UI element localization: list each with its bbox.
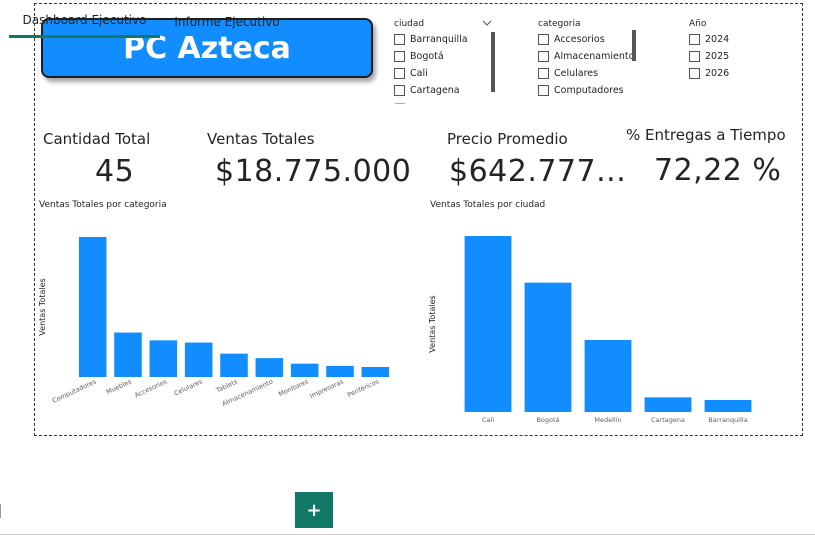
bar[interactable] — [644, 397, 692, 412]
kpi-label: Ventas Totales — [207, 130, 315, 148]
x-tick-label: Periféricos — [346, 377, 381, 399]
slicer-anio-item[interactable]: 2024 — [689, 31, 749, 48]
bar[interactable] — [704, 400, 752, 412]
slicer-anio-item[interactable]: 2025 — [689, 48, 749, 65]
slicer-categoria-scrollbar[interactable] — [632, 30, 636, 61]
kpi-precio-promedio: Precio Promedio $642.777... — [447, 130, 627, 189]
kpi-ventas-totales: Ventas Totales $18.775.000 — [207, 130, 412, 189]
checkbox[interactable] — [394, 68, 405, 79]
tab-nav-edge — [0, 504, 5, 518]
slicer-ciudad-overflow — [395, 103, 405, 104]
tab-informe-ejecutivo[interactable]: Informe Ejecutivo — [163, 5, 291, 38]
kpi-value: $642.777... — [449, 154, 627, 189]
bar[interactable] — [464, 236, 512, 412]
x-tick-label: Medellín — [594, 416, 621, 424]
kpi-label: Cantidad Total — [43, 130, 151, 148]
slicer-categoria-header: categoria — [538, 19, 581, 29]
y-axis-label: Ventas Totales — [428, 295, 437, 352]
bar[interactable] — [255, 358, 284, 377]
bar[interactable] — [584, 340, 632, 412]
bar[interactable] — [326, 365, 354, 377]
slicer-categoria-item[interactable]: Celulares — [538, 65, 638, 82]
slicer-categoria-item[interactable]: Computadores — [538, 82, 638, 99]
bar[interactable] — [290, 363, 319, 377]
checkbox[interactable] — [538, 34, 549, 45]
x-tick-label: Barranquilla — [708, 416, 747, 424]
kpi-entregas-tiempo: % Entregas a Tiempo 72,22 % — [626, 126, 801, 188]
chevron-down-icon[interactable] — [482, 19, 492, 27]
checkbox[interactable] — [394, 34, 405, 45]
slicer-anio[interactable]: Año 2024 2025 2026 — [689, 19, 749, 82]
x-tick-label: Accesorios — [133, 377, 168, 399]
slicer-ciudad-header: ciudad — [394, 19, 425, 29]
x-tick-label: Computadores — [51, 377, 98, 405]
add-page-button[interactable]: + — [295, 492, 333, 528]
page-tab-bar — [0, 490, 815, 535]
slicer-ciudad-item[interactable]: Barranquilla — [394, 31, 494, 48]
slicer-ciudad[interactable]: ciudad Barranquilla Bogotá Cali Cartagen… — [394, 19, 494, 99]
plus-icon: + — [306, 499, 322, 521]
x-tick-label: Monitores — [277, 377, 310, 398]
bar[interactable] — [184, 342, 213, 377]
chart-ventas-por-categoria[interactable]: Ventas Totales Computadores Muebles Accesor… — [36, 212, 396, 434]
checkbox[interactable] — [689, 51, 700, 62]
x-tick-label: Celulares — [173, 377, 204, 397]
checkbox[interactable] — [394, 51, 405, 62]
chart-title-ciudad: Ventas Totales por ciudad — [430, 200, 546, 210]
checkbox[interactable] — [538, 68, 549, 79]
slicer-ciudad-item[interactable]: Cali — [394, 65, 494, 82]
slicer-categoria[interactable]: categoria Accesorios Almacenamiento Celu… — [538, 19, 638, 99]
bar[interactable] — [361, 367, 390, 377]
slicer-anio-item[interactable]: 2026 — [689, 65, 749, 82]
checkbox[interactable] — [538, 51, 549, 62]
kpi-value: 72,22 % — [654, 153, 782, 188]
x-tick-label: Cali — [482, 416, 494, 424]
kpi-value: $18.775.000 — [215, 154, 412, 189]
tab-dashboard-ejecutivo[interactable]: Dashboard Ejecutivo — [9, 5, 160, 38]
x-tick-label: Muebles — [105, 377, 133, 396]
x-tick-label: Bogotá — [536, 416, 559, 424]
slicer-ciudad-scrollbar[interactable] — [491, 32, 495, 92]
slicer-anio-header: Año — [689, 19, 707, 29]
bar[interactable] — [78, 237, 107, 377]
y-axis-label: Ventas Totales — [38, 278, 47, 335]
x-tick-label: Tablets — [214, 377, 239, 395]
bar[interactable] — [220, 353, 248, 377]
kpi-value: 45 — [95, 154, 135, 189]
checkbox[interactable] — [689, 68, 700, 79]
checkbox[interactable] — [394, 85, 405, 96]
checkbox[interactable] — [689, 34, 700, 45]
bar[interactable] — [149, 340, 178, 377]
slicer-ciudad-item[interactable]: Cartagena — [394, 82, 494, 99]
x-tick-label: Cartagena — [651, 416, 685, 424]
x-tick-label: Impresoras — [309, 377, 346, 400]
kpi-label: Precio Promedio — [447, 130, 568, 148]
kpi-label: % Entregas a Tiempo — [626, 126, 786, 144]
checkbox[interactable] — [538, 85, 549, 96]
bar[interactable] — [524, 282, 572, 412]
slicer-categoria-item[interactable]: Almacenamiento — [538, 48, 638, 65]
kpi-cantidad-total: Cantidad Total 45 — [43, 130, 193, 189]
chart-ventas-por-ciudad[interactable]: Ventas Totales Cali Bogotá Medellín Cartagen… — [426, 212, 771, 434]
bar[interactable] — [114, 332, 142, 377]
slicer-ciudad-item[interactable]: Bogotá — [394, 48, 494, 65]
slicer-categoria-item[interactable]: Accesorios — [538, 31, 638, 48]
chart-title-categoria: Ventas Totales por categoria — [39, 200, 167, 210]
